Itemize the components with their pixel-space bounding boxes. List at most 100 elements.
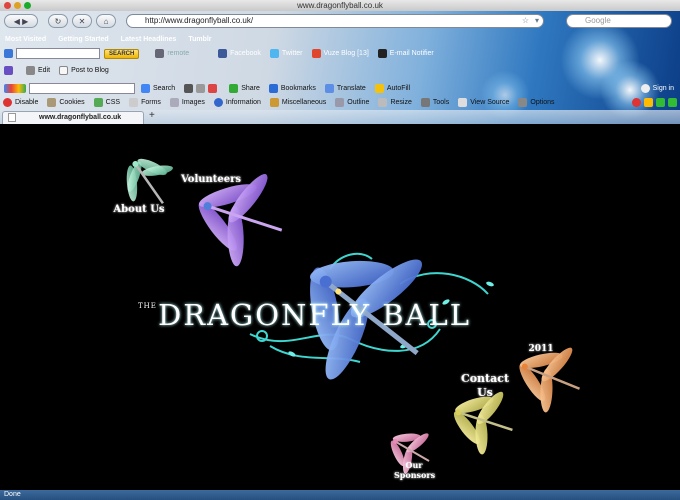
bookmark-most-visited[interactable]: Most Visited [5,36,46,43]
toolbar-search-button[interactable]: SEARCH [104,48,140,59]
vuze-blog-button[interactable]: Vuze Blog [13] [311,49,369,58]
wd-images[interactable]: Images [169,98,205,107]
ok-status-icon[interactable] [668,98,677,107]
wd-information[interactable]: Information [213,98,261,107]
wd-cookies[interactable]: Cookies [47,98,85,107]
sign-in-label: Sign in [652,85,674,92]
close-window-icon[interactable] [4,2,11,9]
wd-options[interactable]: Options [518,98,555,107]
search-icon [141,84,150,93]
reload-button[interactable]: ↻ [48,14,68,28]
email-notifier-button[interactable]: E-mail Notifier [377,49,434,58]
translate-button[interactable]: Translate [324,84,366,93]
cookie-icon [47,98,57,107]
remote-button[interactable]: remote [155,49,189,58]
back-forward-button[interactable]: ◀ ▶ [4,14,38,28]
warning-status-icon[interactable] [644,98,653,107]
wd-resize-label: Resize [390,99,412,106]
twitter-icon [269,49,279,58]
nav-about-us[interactable]: About Us [100,204,178,215]
ok-status-icon[interactable] [656,98,665,107]
wd-disable[interactable]: Disable [3,98,38,107]
stop-button[interactable]: ✕ [72,14,92,28]
wd-information-label: Information [225,99,261,106]
window-titlebar: www.dragonflyball.co.uk [0,0,680,11]
bookmark-tumblr[interactable]: Tumblr [188,36,211,43]
info-icon [213,98,223,107]
remote-icon [155,49,165,58]
autofill-button[interactable]: AutoFill [374,84,411,93]
wd-css[interactable]: CSS [93,98,120,107]
toolbar-web-developer: Disable Cookies CSS Forms Images Informa… [0,97,680,108]
twitter-button[interactable]: Twitter [269,49,303,58]
status-bar: Done [0,490,680,500]
google-search-input[interactable] [29,83,135,94]
translate-icon [324,84,334,93]
misc-icon [196,84,206,93]
tools-icon [420,98,430,107]
forward-arrow-icon[interactable]: ▶ [22,17,28,26]
url-bar[interactable]: http://www.dragonflyball.co.uk/ ☆ ▾ [126,14,544,28]
browser-chrome: www.dragonflyball.co.uk ◀ ▶ ↻ ✕ ⌂ http:/… [0,0,680,124]
toolbar-search-input[interactable] [16,48,100,59]
bookmark-getting-started[interactable]: Getting Started [58,36,109,43]
facebook-button[interactable]: Facebook [218,49,261,58]
home-icon: ⌂ [103,16,109,26]
nav-volunteers[interactable]: Volunteers [180,174,242,185]
wd-miscellaneous-label: Miscellaneous [281,99,327,106]
wd-forms[interactable]: Forms [129,98,161,107]
bookmarks-button[interactable]: Bookmarks [268,84,316,93]
wd-cookies-label: Cookies [59,99,85,106]
toolbar-logo-icon[interactable] [4,49,13,58]
new-tab-icon[interactable]: + [149,110,155,121]
nav-our-sponsors[interactable]: Our Sponsors [394,460,435,480]
error-status-icon[interactable] [632,98,641,107]
email-icon [377,49,387,58]
share-button[interactable]: Share [229,84,260,93]
wd-outline[interactable]: Outline [335,98,369,107]
facebook-label: Facebook [230,50,261,57]
minimize-window-icon[interactable] [14,2,21,9]
stop-icon: ✕ [78,16,86,26]
wd-tools-label: Tools [432,99,450,106]
status-text: Done [4,491,21,498]
back-arrow-icon[interactable]: ◀ [14,17,20,26]
wd-resize[interactable]: Resize [378,98,412,107]
wd-tools[interactable]: Tools [420,98,450,107]
page-icon [8,113,16,122]
post-to-blog-label: Post to Blog [71,67,109,74]
resize-icon [378,98,388,107]
home-button[interactable]: ⌂ [96,14,116,28]
edit-button[interactable]: Edit [26,66,50,75]
misc-tools-icon [269,98,279,107]
wd-view-source[interactable]: View Source [458,98,509,107]
autofill-label: AutoFill [386,85,411,92]
dragonfly-purple-icon[interactable] [179,154,297,279]
nav-contact-us[interactable]: Contact Us [460,372,510,400]
toolbar-blog: Edit Post to Blog [0,65,680,76]
tab-active[interactable]: www.dragonflyball.co.uk [2,111,144,124]
css-icon [93,98,103,107]
nav-2011[interactable]: 2011 [526,344,556,354]
facebook-icon [218,49,228,58]
sign-in-button[interactable]: Sign in [640,84,674,93]
logo-prefix: THE [138,302,157,310]
bookmarks-label: Bookmarks [280,85,316,92]
reload-icon: ↻ [54,16,62,26]
dropdown-arrow-icon[interactable]: ▾ [535,15,539,27]
bookmark-star-icon[interactable]: ☆ [522,15,529,27]
search-placeholder[interactable]: Google [585,16,611,25]
star-icon [268,84,278,93]
toolbar-misc-buttons[interactable] [184,84,220,93]
google-search-button[interactable]: Search [141,84,175,93]
bookmark-latest-headlines[interactable]: Latest Headlines [121,36,177,43]
url-text[interactable]: http://www.dragonflyball.co.uk/ [145,16,253,25]
post-to-blog-button[interactable]: Post to Blog [59,66,109,75]
tab-label: www.dragonflyball.co.uk [39,114,122,121]
search-field[interactable]: Google [566,14,672,28]
zoom-window-icon[interactable] [24,2,31,9]
toolbar-app-icon[interactable] [4,66,13,75]
vuze-blog-label: Vuze Blog [13] [323,50,369,57]
autofill-icon [374,84,384,93]
wd-miscellaneous[interactable]: Miscellaneous [269,98,327,107]
